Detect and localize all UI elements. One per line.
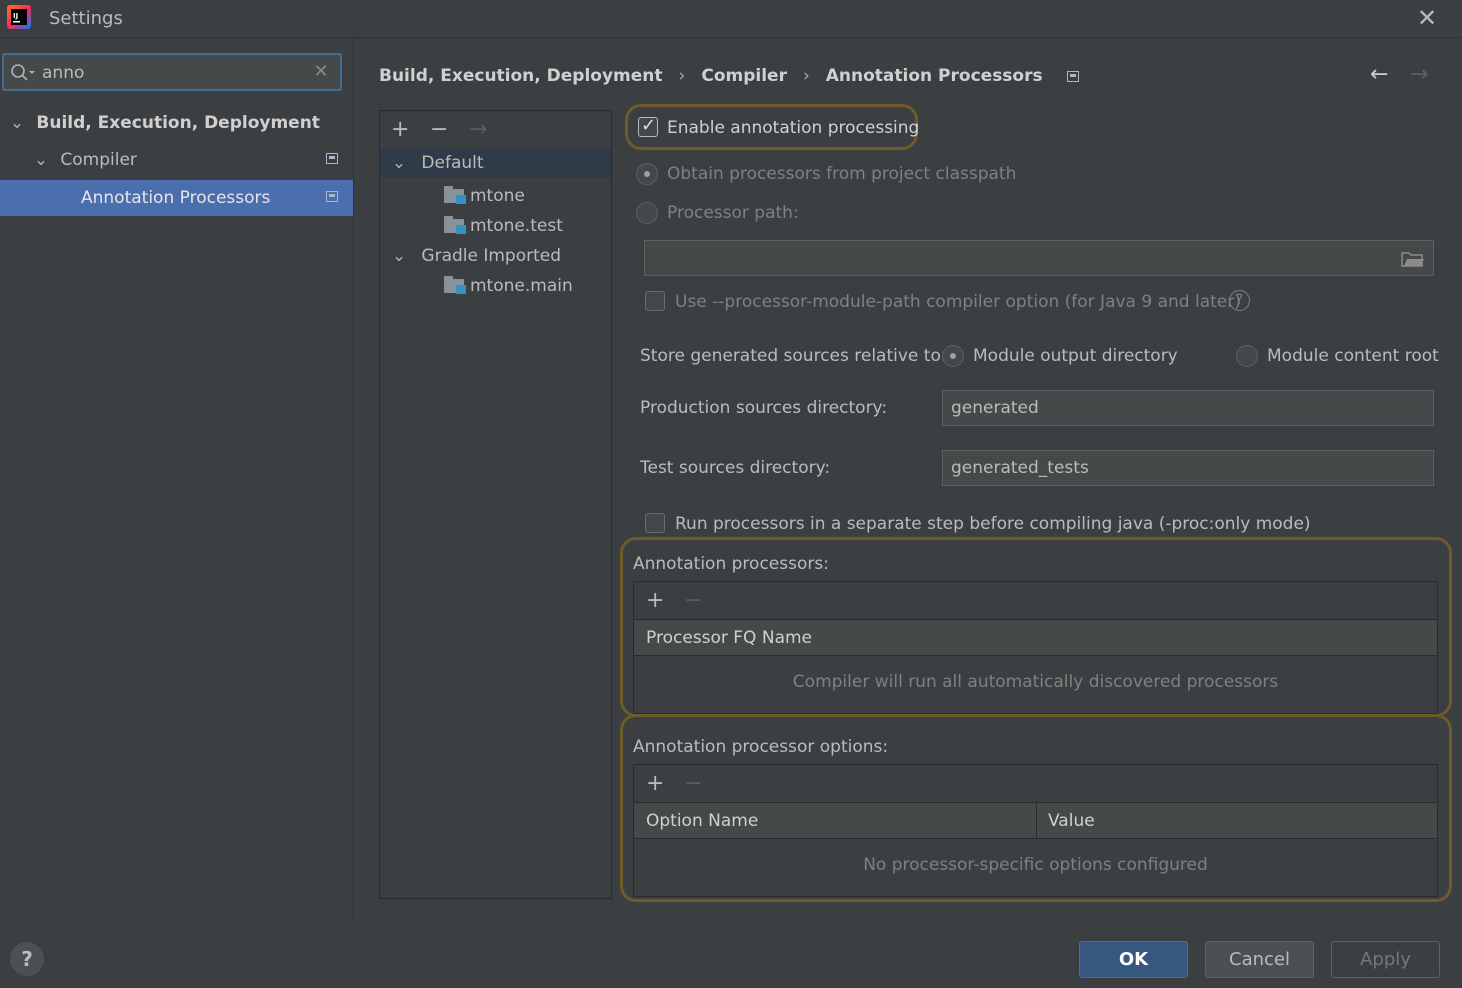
module-folder-icon [444, 216, 466, 234]
remove-profile-icon[interactable]: − [430, 119, 448, 141]
sidebar-item-build-execution-deployment[interactable]: ⌄ Build, Execution, Deployment [8, 105, 352, 141]
annotation-processors-table: + − Processor FQ Name Compiler will run … [633, 581, 1438, 714]
module-item[interactable]: mtone [444, 181, 525, 211]
help-icon[interactable]: ? [1229, 290, 1250, 311]
clear-search-icon[interactable]: ✕ [312, 61, 330, 83]
remove-icon[interactable]: − [684, 773, 702, 795]
chevron-right-icon: › [678, 66, 686, 86]
help-button[interactable]: ? [10, 942, 44, 976]
processor-module-path-label[interactable]: Use --processor-module-path compiler opt… [675, 292, 1241, 312]
empty-table-text: No processor-specific options configured [863, 855, 1208, 875]
empty-table-text: Compiler will run all automatically disc… [792, 672, 1279, 692]
chevron-right-icon: › [802, 66, 810, 86]
sidebar-item-compiler[interactable]: ⌄ Compiler [32, 142, 352, 178]
processor-options-table: + − Option Name Value No processor-speci… [633, 764, 1438, 897]
breadcrumb-item: Annotation Processors [825, 66, 1043, 86]
module-item[interactable]: mtone.test [444, 211, 563, 241]
browse-folder-icon[interactable] [1401, 250, 1425, 268]
column-header[interactable]: Processor FQ Name [646, 628, 812, 648]
breadcrumb: Build, Execution, Deployment › Compiler … [379, 63, 1079, 89]
sidebar-item-annotation-processors[interactable]: Annotation Processors [0, 180, 353, 216]
store-relative-label: Store generated sources relative to: [640, 346, 947, 366]
chevron-down-icon[interactable]: ⌄ [390, 241, 408, 271]
table-header: Processor FQ Name [634, 620, 1437, 656]
module-label: mtone [470, 186, 525, 206]
breadcrumb-item[interactable]: Compiler [701, 66, 787, 86]
intellij-logo-icon: IJ [7, 5, 31, 29]
enable-annotation-processing-label[interactable]: Enable annotation processing [667, 118, 919, 138]
profile-group-label: Default [421, 153, 484, 173]
remove-icon[interactable]: − [684, 590, 702, 612]
project-settings-icon [326, 191, 338, 202]
column-divider[interactable] [1036, 803, 1037, 839]
module-content-root-radio[interactable] [1236, 345, 1258, 367]
profile-group-label: Gradle Imported [421, 246, 562, 266]
test-dir-label: Test sources directory: [640, 458, 831, 478]
search-icon[interactable] [10, 63, 36, 83]
obtain-from-classpath-radio[interactable] [636, 163, 658, 185]
sidebar-item-label: Compiler [60, 150, 137, 170]
production-dir-label: Production sources directory: [640, 398, 888, 418]
add-icon[interactable]: + [646, 773, 664, 795]
column-header[interactable]: Value [1048, 803, 1095, 839]
cancel-button[interactable]: Cancel [1205, 941, 1314, 978]
chevron-down-icon[interactable]: ⌄ [32, 142, 50, 178]
column-header[interactable]: Option Name [646, 803, 758, 839]
table-toolbar: + − [634, 765, 1437, 803]
obtain-from-classpath-label[interactable]: Obtain processors from project classpath [667, 164, 1016, 184]
run-separate-step-checkbox[interactable] [645, 513, 665, 533]
ok-button[interactable]: OK [1079, 941, 1188, 978]
breadcrumb-item[interactable]: Build, Execution, Deployment [379, 66, 663, 86]
add-icon[interactable]: + [646, 590, 664, 612]
processor-module-path-checkbox[interactable] [645, 291, 665, 311]
module-folder-icon [444, 276, 466, 294]
production-dir-field[interactable]: generated [942, 390, 1434, 426]
module-content-root-label[interactable]: Module content root [1267, 346, 1439, 366]
project-settings-icon [1066, 70, 1079, 82]
search-input[interactable] [42, 61, 302, 85]
profile-group-default[interactable]: ⌄ Default [380, 148, 611, 178]
back-arrow-icon[interactable]: ← [1370, 62, 1388, 87]
project-settings-icon [326, 153, 338, 164]
sidebar-item-label: Annotation Processors [81, 188, 271, 208]
module-item[interactable]: mtone.main [444, 271, 573, 301]
enable-annotation-processing-checkbox[interactable] [638, 115, 658, 137]
svg-text:IJ: IJ [13, 12, 18, 20]
apply-button[interactable]: Apply [1331, 941, 1440, 978]
window-title: Settings [49, 8, 123, 29]
table-toolbar: + − [634, 582, 1437, 620]
module-label: mtone.test [470, 216, 563, 236]
table-header: Option Name Value [634, 803, 1437, 839]
add-profile-icon[interactable]: + [391, 119, 409, 141]
module-output-dir-radio[interactable] [942, 345, 964, 367]
run-separate-step-label[interactable]: Run processors in a separate step before… [675, 514, 1311, 534]
test-dir-field[interactable]: generated_tests [942, 450, 1434, 486]
close-icon[interactable]: ✕ [1414, 6, 1440, 32]
annotation-processors-title: Annotation processors: [633, 554, 829, 574]
processor-options-title: Annotation processor options: [633, 737, 889, 757]
profile-group-gradle-imported[interactable]: ⌄ Gradle Imported [380, 241, 611, 271]
forward-arrow-icon[interactable]: → [1410, 62, 1428, 87]
processor-path-radio[interactable] [636, 202, 658, 224]
module-folder-icon [444, 186, 466, 204]
title-bar [0, 0, 1462, 38]
processor-path-label[interactable]: Processor path: [667, 203, 799, 223]
module-output-dir-label[interactable]: Module output directory [973, 346, 1178, 366]
processor-path-field[interactable] [644, 240, 1434, 276]
chevron-down-icon[interactable]: ⌄ [390, 148, 408, 178]
module-label: mtone.main [470, 276, 573, 296]
move-to-icon[interactable]: → [469, 119, 487, 141]
chevron-down-icon[interactable]: ⌄ [8, 105, 26, 141]
sidebar-item-label: Build, Execution, Deployment [36, 113, 320, 133]
